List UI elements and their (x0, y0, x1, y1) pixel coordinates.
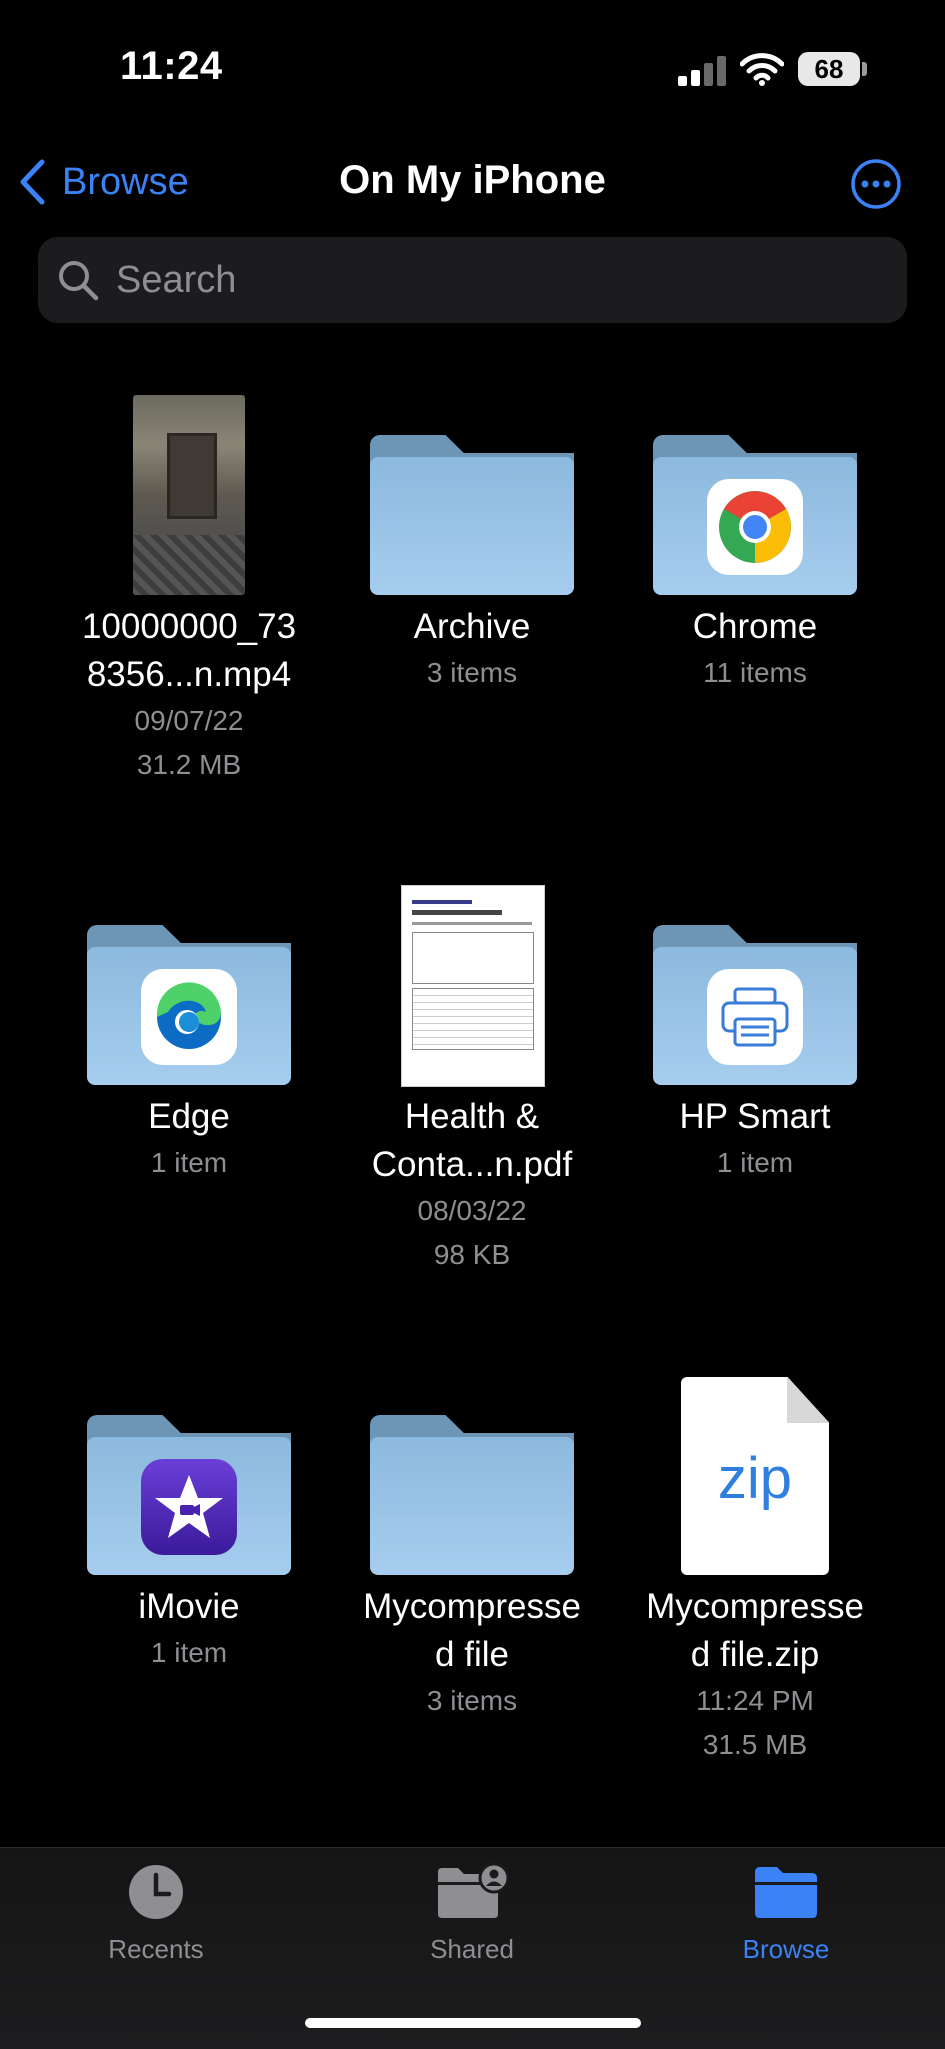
file-name: Health & Conta...n.pdf (371, 1097, 573, 1184)
folder-icon (653, 435, 857, 595)
file-name: 10000000_73 8356...n.mp4 (81, 607, 297, 694)
video-thumbnail (133, 395, 245, 595)
shared-folder-icon (438, 1862, 510, 1918)
clock-icon (129, 1865, 183, 1919)
folder-item-imovie[interactable]: iMovie 1 item (49, 1365, 329, 1675)
folder-name: iMovie (138, 1587, 240, 1626)
file-item-zip[interactable]: zip Mycompresse d file.zip 11:24 PM 31.5… (615, 1365, 895, 1767)
folder-count: 1 item (150, 1147, 228, 1178)
imovie-icon (141, 1459, 237, 1555)
search-bar[interactable] (38, 237, 907, 323)
more-options-icon[interactable] (850, 158, 902, 210)
pdf-thumbnail (401, 885, 545, 1087)
home-indicator[interactable] (305, 2018, 641, 2028)
search-input[interactable] (114, 257, 878, 303)
battery-tip (862, 62, 867, 76)
file-item-video[interactable]: 10000000_73 8356...n.mp4 09/07/22 31.2 M… (49, 385, 329, 787)
file-item-pdf[interactable]: Health & Conta...n.pdf 08/03/22 98 KB (332, 875, 612, 1277)
chrome-icon (707, 479, 803, 575)
zip-label: zip (717, 1446, 793, 1511)
folder-icon (87, 925, 291, 1085)
folder-name: Mycompresse d file (363, 1587, 581, 1674)
folder-name: HP Smart (679, 1097, 831, 1136)
wifi-icon (740, 53, 784, 86)
file-size: 31.5 MB (702, 1729, 808, 1760)
folder-count: 3 items (426, 1685, 518, 1716)
page-title: On My iPhone (339, 158, 606, 202)
folder-item-mycompressed[interactable]: Mycompresse d file 3 items (332, 1365, 612, 1723)
file-name: Mycompresse d file.zip (646, 1587, 864, 1674)
folder-count: 1 item (716, 1147, 794, 1178)
printer-icon (707, 969, 803, 1065)
search-icon (59, 261, 99, 301)
tab-browse[interactable]: Browse (686, 1862, 886, 1965)
file-date: 08/03/22 (417, 1195, 527, 1226)
folder-name: Archive (413, 607, 531, 646)
folder-count: 3 items (426, 657, 518, 688)
folder-name: Edge (148, 1097, 230, 1136)
folder-item-chrome[interactable]: Chrome 11 items (615, 385, 895, 695)
tab-label: Recents (108, 1934, 204, 1964)
folder-icon (653, 925, 857, 1085)
file-date: 09/07/22 (134, 705, 244, 736)
file-date: 11:24 PM (696, 1685, 814, 1716)
folder-icon (87, 1415, 291, 1575)
folder-count: 11 items (703, 657, 807, 688)
folder-name: Chrome (692, 607, 818, 646)
folder-item-hp-smart[interactable]: HP Smart 1 item (615, 875, 895, 1185)
zip-file-icon: zip (681, 1377, 829, 1575)
cellular-signal-icon (678, 56, 726, 86)
tab-label: Browse (742, 1934, 830, 1964)
status-time: 11:24 (120, 44, 223, 88)
file-size: 98 KB (433, 1239, 511, 1270)
folder-item-archive[interactable]: Archive 3 items (332, 385, 612, 695)
file-size: 31.2 MB (136, 749, 242, 780)
edge-icon (141, 969, 237, 1065)
folder-icon (370, 1415, 574, 1575)
folder-item-edge[interactable]: Edge 1 item (49, 875, 329, 1185)
battery-level: 68 (798, 52, 860, 86)
tab-recents[interactable]: Recents (56, 1862, 256, 1965)
tab-label: Shared (430, 1934, 514, 1964)
folder-icon (755, 1867, 817, 1918)
tab-shared[interactable]: Shared (372, 1862, 572, 1965)
folder-icon (370, 435, 574, 595)
folder-count: 1 item (150, 1637, 228, 1668)
